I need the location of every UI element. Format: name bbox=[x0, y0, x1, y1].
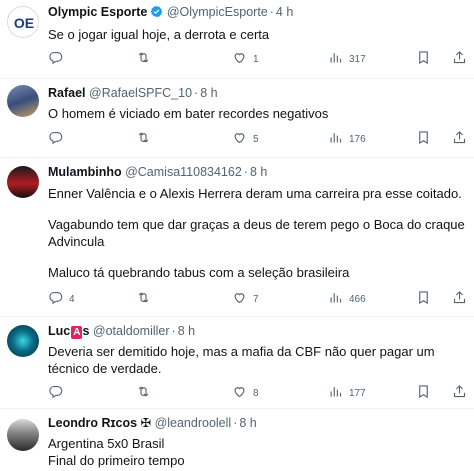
reply-icon bbox=[48, 130, 63, 148]
reply-icon bbox=[48, 384, 63, 402]
author-name[interactable]: Rafael bbox=[48, 86, 86, 100]
share-button[interactable] bbox=[452, 130, 467, 148]
tweet-rafael[interactable]: Rafael @RafaelSPFC_10 · 8 h O homem é vici… bbox=[0, 79, 474, 157]
retweet-icon bbox=[136, 384, 151, 402]
tweet-text: Enner Valência e o Alexis Herrera deram … bbox=[48, 186, 465, 280]
like-count: 7 bbox=[253, 293, 259, 305]
tweet-text: Deveria ser demitido hoje, mas a mafia d… bbox=[48, 344, 435, 376]
avatar[interactable]: OE bbox=[7, 6, 39, 38]
name-badge: A bbox=[71, 326, 83, 339]
bookmark-icon bbox=[416, 384, 431, 402]
share-button[interactable] bbox=[452, 290, 467, 308]
author-name[interactable]: Luc As bbox=[48, 324, 89, 339]
views-button[interactable]: 177 bbox=[328, 384, 366, 402]
reply-button[interactable]: 4 bbox=[48, 290, 75, 308]
author-handle[interactable]: @RafaelSPFC_10 bbox=[89, 86, 192, 100]
heart-icon bbox=[232, 384, 247, 402]
tweet-lucas[interactable]: Luc As @otaldomiller · 8 h Deveria ser demi… bbox=[0, 317, 474, 408]
timestamp[interactable]: 8 h bbox=[250, 165, 267, 179]
views-count: 466 bbox=[349, 293, 366, 305]
like-button[interactable]: 7 bbox=[232, 290, 259, 308]
retweet-icon bbox=[136, 290, 151, 308]
bookmark-button[interactable] bbox=[416, 384, 431, 402]
views-icon bbox=[328, 50, 343, 68]
author-name[interactable]: Olympic Esporte bbox=[48, 5, 147, 19]
views-count: 177 bbox=[349, 387, 366, 399]
views-count: 176 bbox=[349, 133, 366, 145]
retweet-icon bbox=[136, 50, 151, 68]
reply-button[interactable] bbox=[48, 50, 69, 68]
avatar[interactable] bbox=[7, 325, 39, 357]
like-button[interactable]: 1 bbox=[232, 50, 259, 68]
tweet-text: O homem é viciado em bater recordes nega… bbox=[48, 106, 329, 121]
avatar[interactable] bbox=[7, 419, 39, 451]
retweet-button[interactable] bbox=[136, 290, 157, 308]
bookmark-icon bbox=[416, 50, 431, 68]
retweet-button[interactable] bbox=[136, 384, 157, 402]
reply-button[interactable] bbox=[48, 130, 69, 148]
timestamp[interactable]: 8 h bbox=[178, 324, 195, 338]
share-icon bbox=[452, 384, 467, 402]
views-button[interactable]: 317 bbox=[328, 50, 366, 68]
reply-icon bbox=[48, 290, 63, 308]
replies-feed: OE Olympic Esporte @OlympicEsporte · 4 h S… bbox=[0, 0, 474, 471]
author-name[interactable]: Leondro Rɪcos ✠ bbox=[48, 416, 151, 430]
like-button[interactable]: 5 bbox=[232, 130, 259, 148]
author-handle[interactable]: @OlympicEsporte bbox=[167, 5, 268, 19]
views-count: 317 bbox=[349, 53, 366, 65]
verified-icon bbox=[150, 5, 163, 22]
bookmark-button[interactable] bbox=[416, 130, 431, 148]
tweet-olympic-esporte[interactable]: OE Olympic Esporte @OlympicEsporte · 4 h S… bbox=[0, 0, 474, 78]
heart-icon bbox=[232, 130, 247, 148]
heart-icon bbox=[232, 50, 247, 68]
views-icon bbox=[328, 290, 343, 308]
timestamp[interactable]: 8 h bbox=[239, 416, 256, 430]
bookmark-button[interactable] bbox=[416, 50, 431, 68]
timestamp[interactable]: 4 h bbox=[276, 5, 293, 19]
views-icon bbox=[328, 384, 343, 402]
author-handle[interactable]: @Camisa110834162 bbox=[125, 165, 242, 179]
retweet-button[interactable] bbox=[136, 50, 157, 68]
views-button[interactable]: 176 bbox=[328, 130, 366, 148]
views-icon bbox=[328, 130, 343, 148]
reply-icon bbox=[48, 50, 63, 68]
like-button[interactable]: 8 bbox=[232, 384, 259, 402]
tweet-leondro[interactable]: Leondro Rɪcos ✠ @leandroolell · 8 h Argent… bbox=[0, 409, 474, 471]
heart-icon bbox=[232, 290, 247, 308]
share-button[interactable] bbox=[452, 384, 467, 402]
views-button[interactable]: 466 bbox=[328, 290, 366, 308]
like-count: 5 bbox=[253, 133, 259, 145]
share-icon bbox=[452, 50, 467, 68]
bookmark-button[interactable] bbox=[416, 290, 431, 308]
bookmark-icon bbox=[416, 130, 431, 148]
avatar[interactable] bbox=[7, 166, 39, 198]
share-icon bbox=[452, 290, 467, 308]
reply-button[interactable] bbox=[48, 384, 69, 402]
retweet-button[interactable] bbox=[136, 130, 157, 148]
svg-text:OE: OE bbox=[14, 15, 34, 31]
timestamp[interactable]: 8 h bbox=[200, 86, 217, 100]
tweet-text: Se o jogar igual hoje, a derrota e certa bbox=[48, 27, 270, 42]
author-handle[interactable]: @leandroolell bbox=[155, 416, 232, 430]
bookmark-icon bbox=[416, 290, 431, 308]
share-icon bbox=[452, 130, 467, 148]
retweet-icon bbox=[136, 130, 151, 148]
like-count: 1 bbox=[253, 53, 259, 65]
author-name[interactable]: Mulambinho bbox=[48, 165, 122, 179]
avatar[interactable] bbox=[7, 85, 39, 117]
cross-icon: ✠ bbox=[140, 416, 152, 430]
reply-count: 4 bbox=[69, 293, 75, 305]
author-handle[interactable]: @otaldomiller bbox=[93, 324, 170, 338]
like-count: 8 bbox=[253, 387, 259, 399]
tweet-mulambinho[interactable]: Mulambinho @Camisa110834162 · 8 h Enner Va… bbox=[0, 158, 474, 316]
share-button[interactable] bbox=[452, 50, 467, 68]
tweet-text: Argentina 5x0 Brasil Final do primeiro t… bbox=[48, 436, 185, 468]
